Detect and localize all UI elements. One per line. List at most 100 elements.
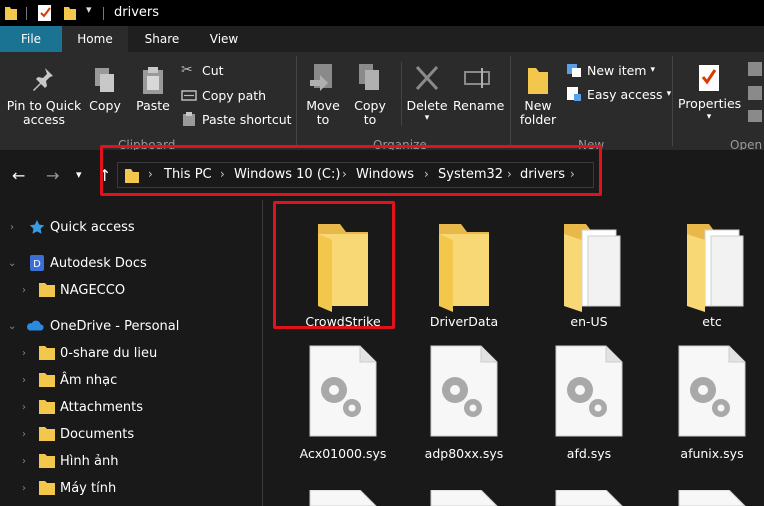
expand-chevron-icon[interactable]: › — [22, 285, 26, 296]
folder-icon — [39, 454, 55, 468]
ribbon-divider-2 — [401, 62, 402, 126]
nav-item-folder[interactable]: › 0-share du lieu — [0, 342, 262, 364]
folder-icon — [39, 346, 55, 360]
move-to-label: Move to — [306, 98, 340, 127]
folder-with-documents-icon — [564, 224, 621, 312]
new-folder-label: New folder — [519, 98, 557, 127]
properties-label: Properties — [678, 96, 742, 111]
folder-with-documents-icon — [687, 224, 744, 312]
file-item-en-us[interactable]: en-US — [534, 212, 644, 330]
folder-icon — [439, 224, 489, 312]
nav-item-nagecco[interactable]: › NAGECCO — [0, 279, 262, 301]
paste-button[interactable]: Paste — [134, 66, 172, 113]
cut-button[interactable]: ✂ Cut — [181, 62, 224, 78]
nav-item-onedrive[interactable]: ⌄ OneDrive - Personal — [0, 315, 262, 337]
recent-locations-chevron-down-icon[interactable]: ▾ — [76, 168, 82, 181]
file-item-partial[interactable] — [306, 490, 380, 506]
system-file-gear-icon — [430, 345, 498, 437]
tab-view[interactable]: View — [198, 26, 250, 52]
properties-dropdown-icon[interactable]: ▾ — [678, 111, 740, 123]
nav-item-folder[interactable]: › Hình ảnh — [0, 450, 262, 472]
new-folder-quick-icon[interactable] — [63, 5, 77, 21]
rename-button[interactable]: Rename — [453, 62, 504, 113]
title-separator-2 — [103, 7, 104, 20]
nav-label: Âm nhạc — [60, 372, 118, 388]
file-item-partial[interactable] — [552, 490, 626, 506]
system-file-gear-icon — [309, 345, 377, 437]
folder-icon — [39, 400, 55, 414]
delete-label: Delete — [406, 98, 448, 113]
ribbon-divider-3 — [510, 56, 511, 146]
scissors-icon: ✂ — [181, 62, 193, 78]
file-item-partial[interactable] — [427, 490, 501, 506]
file-name: afunix.sys — [680, 446, 744, 461]
expand-chevron-icon[interactable]: › — [22, 456, 26, 467]
delete-button[interactable]: Delete ▾ — [405, 62, 449, 123]
pin-to-quick-access-button[interactable]: Pin to Quick access — [4, 66, 84, 127]
collapse-chevron-icon[interactable]: ⌄ — [8, 321, 16, 332]
properties-icon — [699, 65, 719, 91]
tab-file[interactable]: File — [0, 26, 62, 52]
expand-chevron-icon[interactable]: › — [22, 402, 26, 413]
expand-chevron-icon[interactable]: › — [22, 483, 26, 494]
tab-share[interactable]: Share — [134, 26, 190, 52]
file-item-driverdata[interactable]: DriverData — [409, 212, 519, 330]
cloud-icon — [26, 320, 44, 331]
properties-check-icon[interactable] — [37, 4, 53, 22]
file-item-partial[interactable] — [675, 490, 749, 506]
system-file-gear-icon — [678, 345, 746, 437]
ribbon: Pin to Quick access Copy Paste ✂ Cut Cop… — [0, 52, 764, 152]
highlight-crowdstrike-box — [273, 201, 395, 329]
customize-quick-access-icon[interactable]: ▾ — [86, 3, 92, 16]
nav-item-folder[interactable]: › Attachments — [0, 396, 262, 418]
nav-item-folder[interactable]: › Documents — [0, 423, 262, 445]
file-item-afunix-sys[interactable]: afunix.sys — [657, 342, 764, 462]
svg-text:D: D — [33, 259, 41, 270]
autodesk-docs-icon: D — [30, 255, 44, 271]
nav-item-folder[interactable]: › Âm nhạc — [0, 369, 262, 391]
collapse-chevron-icon[interactable]: ⌄ — [8, 258, 16, 269]
file-item-adp80xx-sys[interactable]: adp80xx.sys — [409, 342, 519, 462]
title-bar: ▾ drivers — [0, 0, 764, 26]
file-name: adp80xx.sys — [424, 446, 504, 461]
nav-label: Documents — [60, 426, 135, 442]
file-name: Acx01000.sys — [299, 446, 387, 461]
new-folder-button[interactable]: New folder — [516, 64, 560, 127]
expand-chevron-icon[interactable]: › — [10, 222, 14, 233]
expand-chevron-icon[interactable]: › — [22, 429, 26, 440]
nav-label: OneDrive - Personal — [50, 318, 180, 334]
delete-dropdown-icon[interactable]: ▾ — [405, 113, 449, 123]
new-item-label: New item — [587, 62, 647, 78]
copy-button[interactable]: Copy — [88, 66, 122, 113]
nav-item-folder[interactable]: › Máy tính — [0, 477, 262, 499]
file-item-acx01000-sys[interactable]: Acx01000.sys — [288, 342, 398, 462]
window-title: drivers — [114, 5, 160, 20]
file-item-afd-sys[interactable]: afd.sys — [534, 342, 644, 462]
back-arrow-icon[interactable]: ← — [12, 166, 25, 185]
copy-to-label: Copy to — [354, 98, 386, 127]
copy-path-label: Copy path — [202, 87, 267, 103]
new-item-icon — [567, 64, 581, 77]
forward-arrow-icon[interactable]: → — [46, 166, 59, 185]
easy-access-icon — [567, 87, 581, 101]
nav-item-autodesk-docs[interactable]: ⌄ D Autodesk Docs — [0, 252, 262, 274]
copy-to-button[interactable]: Copy to — [350, 62, 390, 127]
easy-access-button[interactable]: Easy access ▾ — [566, 86, 671, 102]
copy-path-button[interactable]: Copy path — [181, 87, 266, 103]
file-name: en-US — [570, 314, 608, 329]
expand-chevron-icon[interactable]: › — [22, 375, 26, 386]
paste-shortcut-button[interactable]: Paste shortcut — [181, 111, 292, 127]
properties-button[interactable]: Properties ▾ — [678, 62, 742, 123]
file-item-etc[interactable]: etc — [657, 212, 764, 330]
expand-chevron-icon[interactable]: › — [22, 348, 26, 359]
nav-item-quick-access[interactable]: › Quick access — [0, 216, 262, 238]
move-to-button[interactable]: Move to — [303, 62, 343, 127]
new-item-button[interactable]: New item ▾ — [566, 62, 655, 78]
rename-icon — [464, 68, 490, 88]
paste-label: Paste — [136, 98, 170, 113]
nav-label: Quick access — [50, 219, 135, 235]
cut-label: Cut — [202, 62, 224, 78]
tab-home[interactable]: Home — [62, 26, 128, 52]
delete-x-icon — [415, 65, 439, 91]
open-small-icons[interactable] — [748, 60, 764, 124]
